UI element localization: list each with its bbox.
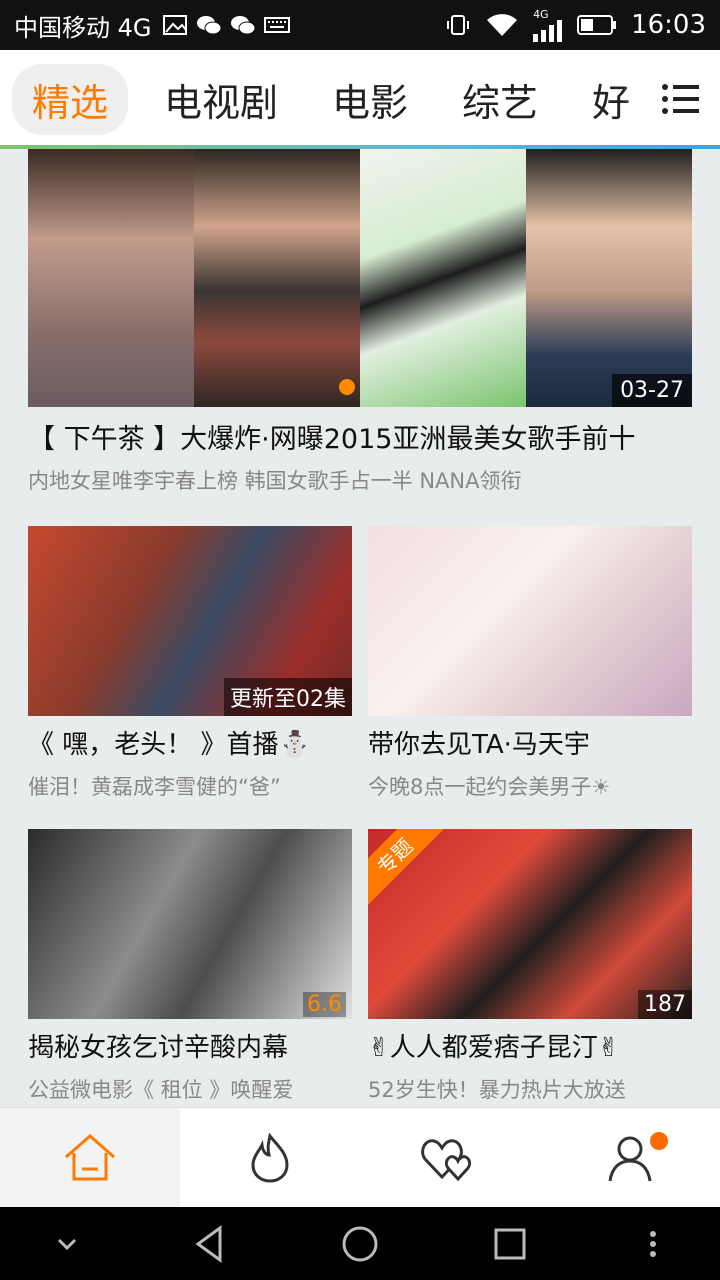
signal-group: 4G xyxy=(533,9,563,42)
video-count: 187 xyxy=(638,990,692,1019)
notification-icons xyxy=(162,14,290,36)
recent-apps-icon[interactable] xyxy=(490,1224,530,1264)
video-thumbnail[interactable]: 更新至02集 xyxy=(28,526,352,716)
video-subtitle: 今晚8点一起约会美男子☀ xyxy=(368,775,611,799)
episode-badge: 更新至02集 xyxy=(224,678,352,716)
battery-icon xyxy=(577,15,617,35)
carrier-label: 中国移动 4G xyxy=(14,13,152,42)
keyboard-icon xyxy=(263,17,290,33)
category-tabs: 精选 电视剧 电影 综艺 好 xyxy=(0,50,720,148)
hero-image-3 xyxy=(360,149,526,407)
rating-score: 6.6 xyxy=(303,992,346,1017)
video-title[interactable]: ✌人人都爱痞子昆汀✌ xyxy=(368,1027,692,1064)
image-icon xyxy=(162,15,187,35)
tab-tv-series[interactable]: 电视剧 xyxy=(164,72,278,127)
hero-subtitle: 内地女星唯李宇春上榜 韩国女歌手占一半 NANA领衔 xyxy=(28,469,522,493)
back-icon[interactable] xyxy=(190,1224,230,1264)
wifi-icon xyxy=(487,14,518,36)
video-thumbnail[interactable]: 6.6 xyxy=(28,829,352,1019)
hero-image-1 xyxy=(28,149,194,407)
chevron-down-icon[interactable] xyxy=(55,1232,79,1256)
topic-ribbon: 专题 xyxy=(368,829,449,910)
video-card[interactable]: 带你去见TA·马天宇 今晚8点一起约会美男子☀ xyxy=(368,526,692,801)
channel-menu-button[interactable] xyxy=(642,50,720,148)
nav-home[interactable] xyxy=(0,1108,180,1207)
video-title[interactable]: 《 嘿，老头！ 》首播⛄ xyxy=(28,724,352,761)
tab-movies[interactable]: 电影 xyxy=(332,72,408,127)
vibrate-icon xyxy=(447,15,470,35)
profile-icon xyxy=(608,1136,652,1181)
video-title[interactable]: 带你去见TA·马天宇 xyxy=(368,724,692,761)
nav-profile[interactable] xyxy=(540,1108,720,1207)
video-subtitle: 52岁生快！暴力热片大放送 xyxy=(368,1078,626,1102)
clock: 16:03 xyxy=(631,10,706,40)
bottom-nav xyxy=(0,1107,720,1207)
video-card[interactable]: 更新至02集 《 嘿，老头！ 》首播⛄ 催泪！黄磊成李雪健的“爸” xyxy=(28,526,352,801)
feed[interactable]: 03-27 【 下午茶 】大爆炸·网曝2015亚洲最美女歌手前十 内地女星唯李宇… xyxy=(0,149,720,1107)
notification-dot xyxy=(650,1132,668,1150)
video-card[interactable]: 专题 187 ✌人人都爱痞子昆汀✌ 52岁生快！暴力热片大放送 xyxy=(368,829,692,1104)
video-subtitle: 公益微电影《 租位 》唤醒爱 xyxy=(28,1078,294,1102)
hero-image-4 xyxy=(526,149,692,407)
hero-banner[interactable]: 03-27 xyxy=(28,149,692,407)
status-bar: 中国移动 4G 4G 16:03 xyxy=(0,0,720,50)
video-title[interactable]: 揭秘女孩乞讨辛酸内幕 xyxy=(28,1027,352,1064)
signal-icon xyxy=(533,19,563,42)
tab-featured[interactable]: 精选 xyxy=(12,63,129,135)
wechat-icon xyxy=(196,16,221,35)
tab-more[interactable]: 好 xyxy=(592,72,630,127)
menu-icon xyxy=(662,84,699,114)
hot-icon xyxy=(251,1132,289,1183)
hero-image-2 xyxy=(194,149,360,407)
nav-hot[interactable] xyxy=(180,1108,360,1207)
tab-variety[interactable]: 综艺 xyxy=(462,72,538,127)
nav-favorites[interactable] xyxy=(360,1108,540,1207)
video-thumbnail[interactable]: 专题 187 xyxy=(368,829,692,1019)
favorites-icon xyxy=(421,1138,472,1181)
video-thumbnail[interactable] xyxy=(368,526,692,716)
home-icon xyxy=(65,1133,115,1180)
more-options-icon[interactable] xyxy=(641,1224,665,1264)
network-type-label: 4G xyxy=(533,7,549,21)
hero-title[interactable]: 【 下午茶 】大爆炸·网曝2015亚洲最美女歌手前十 xyxy=(28,417,635,456)
home-circle-icon[interactable] xyxy=(340,1224,380,1264)
carousel-indicator xyxy=(339,379,355,395)
video-subtitle: 催泪！黄磊成李雪健的“爸” xyxy=(28,775,281,799)
wechat-icon-2 xyxy=(230,16,255,35)
video-card[interactable]: 6.6 揭秘女孩乞讨辛酸内幕 公益微电影《 租位 》唤醒爱 xyxy=(28,829,352,1104)
system-navigation-bar xyxy=(0,1207,720,1280)
date-badge: 03-27 xyxy=(612,374,692,407)
